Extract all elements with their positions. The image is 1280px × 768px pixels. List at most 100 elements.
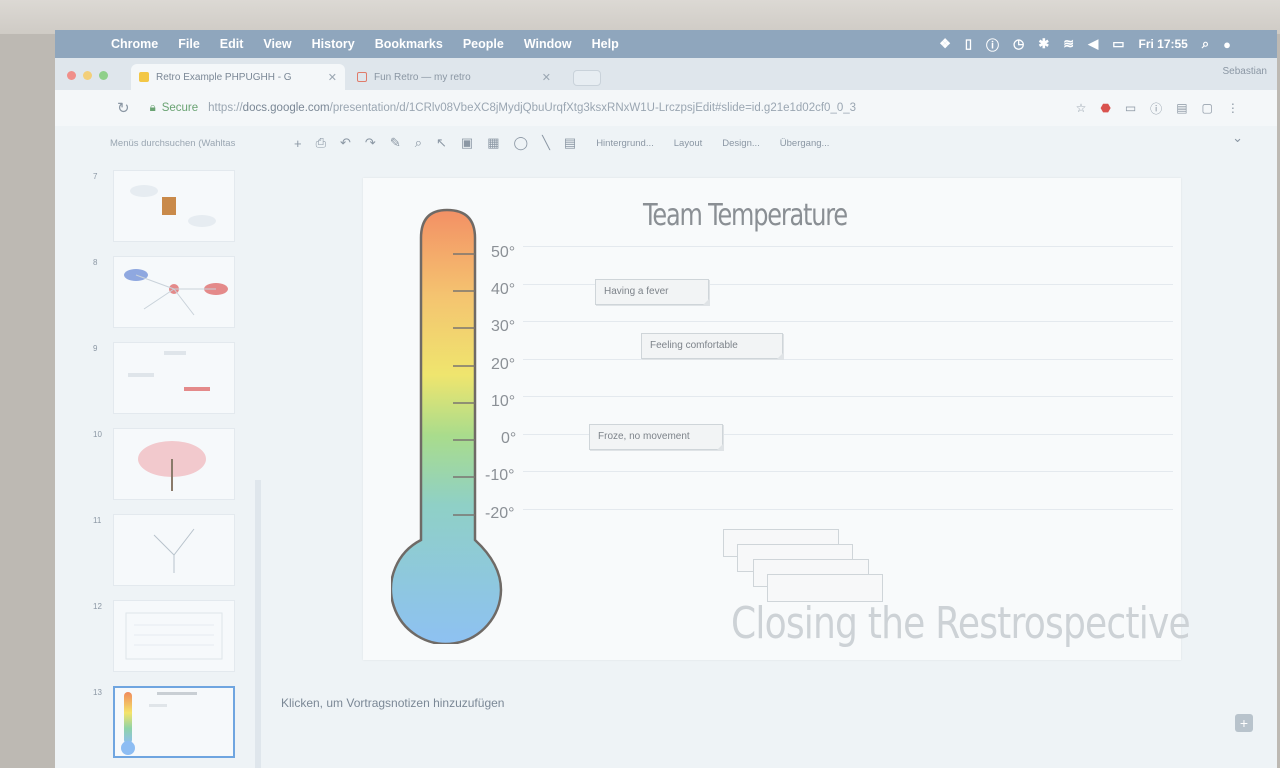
slides-favicon-icon: [139, 72, 149, 82]
slide-canvas[interactable]: Team Temperature 50° 40° 30° 20° 10° 0° …: [363, 178, 1191, 660]
volume-icon[interactable]: ◀: [1088, 36, 1098, 52]
comment-icon[interactable]: ▤: [564, 135, 576, 151]
tab-title: Retro Example PHPUGHH - G: [156, 71, 292, 83]
ruled-line: [523, 509, 1173, 510]
url-text: https://docs.google.com/presentation/d/1…: [208, 102, 856, 114]
select-icon[interactable]: ↖: [436, 135, 447, 151]
scale-label: -10°: [485, 467, 515, 484]
sticky-note[interactable]: Froze, no movement: [589, 424, 723, 450]
extension-icon[interactable]: ▤: [1176, 101, 1187, 115]
reload-icon[interactable]: ↻: [117, 99, 130, 117]
slide-thumbnail[interactable]: 8: [55, 256, 255, 336]
thermometer-graphic[interactable]: [391, 204, 531, 644]
menu-window[interactable]: Window: [524, 37, 572, 51]
design-button[interactable]: Design...: [722, 138, 760, 149]
image-icon[interactable]: ▦: [487, 135, 499, 151]
spotlight-search-icon[interactable]: ⌕: [1202, 36, 1209, 52]
clock[interactable]: Fri 17:55: [1139, 37, 1188, 51]
slide-thumbnail-current[interactable]: 13: [55, 686, 255, 766]
thumbnail-image: [113, 170, 235, 242]
close-tab-icon[interactable]: ✕: [542, 71, 551, 84]
slide-thumbnail[interactable]: 11: [55, 514, 255, 594]
transition-button[interactable]: Übergang...: [780, 138, 830, 149]
scale-label: 50°: [491, 244, 516, 261]
thumbnail-image: [113, 514, 235, 586]
footer-caption[interactable]: Closing the Restrospective: [731, 598, 1191, 649]
window-controls: [67, 71, 108, 80]
tab-fun-retro[interactable]: Fun Retro — my retro ✕: [349, 64, 559, 90]
extensions-area: ☆ ⬣ ▭ ⓘ ▤ ▢ ⋮: [1076, 100, 1239, 117]
sticky-note[interactable]: Having a fever: [595, 279, 709, 305]
new-slide-icon[interactable]: +: [294, 136, 302, 151]
profile-name[interactable]: Sebastian: [1223, 66, 1267, 77]
projected-screen: Chrome File Edit View History Bookmarks …: [55, 30, 1277, 768]
tab-retro-example[interactable]: Retro Example PHPUGHH - G ✕: [131, 64, 345, 90]
info-icon[interactable]: ⓘ: [986, 35, 999, 54]
menu-help[interactable]: Help: [592, 37, 619, 51]
slide-thumbnail[interactable]: 9: [55, 342, 255, 422]
menu-file[interactable]: File: [178, 37, 200, 51]
tab-strip: Retro Example PHPUGHH - G ✕ Fun Retro — …: [55, 58, 1277, 90]
address-bar-row: ↻ 🔒︎ Secure https://docs.google.com/pres…: [55, 90, 1277, 126]
bookmark-star-icon[interactable]: ☆: [1076, 101, 1087, 115]
ruled-line: [523, 246, 1173, 247]
menu-chrome[interactable]: Chrome: [111, 37, 158, 51]
device-icon[interactable]: ▯: [965, 36, 972, 52]
slide-thumbnail[interactable]: 10: [55, 428, 255, 508]
shape-icon[interactable]: ◯: [514, 135, 529, 151]
zoom-window-button[interactable]: [99, 71, 108, 80]
extension-icon-2[interactable]: ▢: [1202, 101, 1213, 115]
line-icon[interactable]: ╲: [542, 135, 550, 151]
chrome-menu-icon[interactable]: ⋮: [1227, 101, 1239, 115]
menu-people[interactable]: People: [463, 37, 504, 51]
notification-center-icon[interactable]: ●: [1223, 37, 1231, 52]
menu-search-input[interactable]: Menüs durchsuchen (Wahltas: [110, 138, 280, 149]
time-machine-icon[interactable]: ◷: [1013, 36, 1024, 52]
speaker-notes-field[interactable]: Klicken, um Vortragsnotizen hinzuzufügen: [281, 696, 504, 710]
slide-title[interactable]: Team Temperature: [625, 198, 865, 233]
background-button[interactable]: Hintergrund...: [596, 138, 654, 149]
url-scheme: https://: [208, 102, 243, 114]
secure-lock-icon[interactable]: 🔒︎: [150, 102, 156, 115]
zoom-icon[interactable]: ⌕: [415, 135, 422, 151]
wifi-icon[interactable]: ≋: [1063, 36, 1074, 52]
adblock-icon[interactable]: ⬣: [1100, 101, 1110, 115]
menu-edit[interactable]: Edit: [220, 37, 244, 51]
omnibox[interactable]: 🔒︎ Secure https://docs.google.com/presen…: [144, 97, 1064, 119]
add-comment-button[interactable]: +: [1235, 714, 1253, 732]
battery-icon[interactable]: ▭: [1112, 36, 1124, 52]
url-path: /presentation/d/1CRlv08VbeXC8jMydjQbuUrq…: [329, 102, 857, 114]
dropbox-icon[interactable]: ❖: [939, 36, 951, 52]
secure-label: Secure: [161, 102, 199, 114]
collapse-toolbar-icon[interactable]: ⌄: [1232, 130, 1243, 146]
menu-history[interactable]: History: [312, 37, 355, 51]
url-host: docs.google.com: [242, 102, 330, 114]
bluetooth-icon[interactable]: ✱: [1038, 36, 1049, 52]
menu-bookmarks[interactable]: Bookmarks: [375, 37, 443, 51]
close-tab-icon[interactable]: ✕: [328, 71, 337, 84]
undo-icon[interactable]: ↶: [340, 135, 351, 151]
filmstrip-scrollbar[interactable]: [255, 480, 261, 768]
textbox-icon[interactable]: ▣: [461, 135, 473, 151]
paint-format-icon[interactable]: ✎: [390, 135, 401, 151]
info-extension-icon[interactable]: ⓘ: [1150, 100, 1162, 117]
slide-thumbnail[interactable]: 12: [55, 600, 255, 680]
minimize-window-button[interactable]: [83, 71, 92, 80]
close-window-button[interactable]: [67, 71, 76, 80]
scale-label: -20°: [485, 505, 515, 522]
layout-button[interactable]: Layout: [674, 138, 703, 149]
sticky-note[interactable]: Feeling comfortable: [641, 333, 783, 359]
menu-view[interactable]: View: [263, 37, 291, 51]
cast-icon[interactable]: ▭: [1125, 101, 1136, 115]
new-tab-button[interactable]: [573, 70, 601, 86]
fun-retro-favicon-icon: [357, 72, 367, 82]
slide-thumbnail[interactable]: 7: [55, 170, 255, 250]
thumbnail-image: [113, 600, 235, 672]
redo-icon[interactable]: ↷: [365, 135, 376, 151]
thumbnail-image: [113, 342, 235, 414]
print-icon[interactable]: ⎙: [316, 135, 326, 151]
mac-menubar: Chrome File Edit View History Bookmarks …: [55, 30, 1277, 58]
ruled-line: [523, 321, 1173, 322]
scale-label: 0°: [501, 430, 517, 447]
scale-label: 30°: [491, 318, 516, 335]
